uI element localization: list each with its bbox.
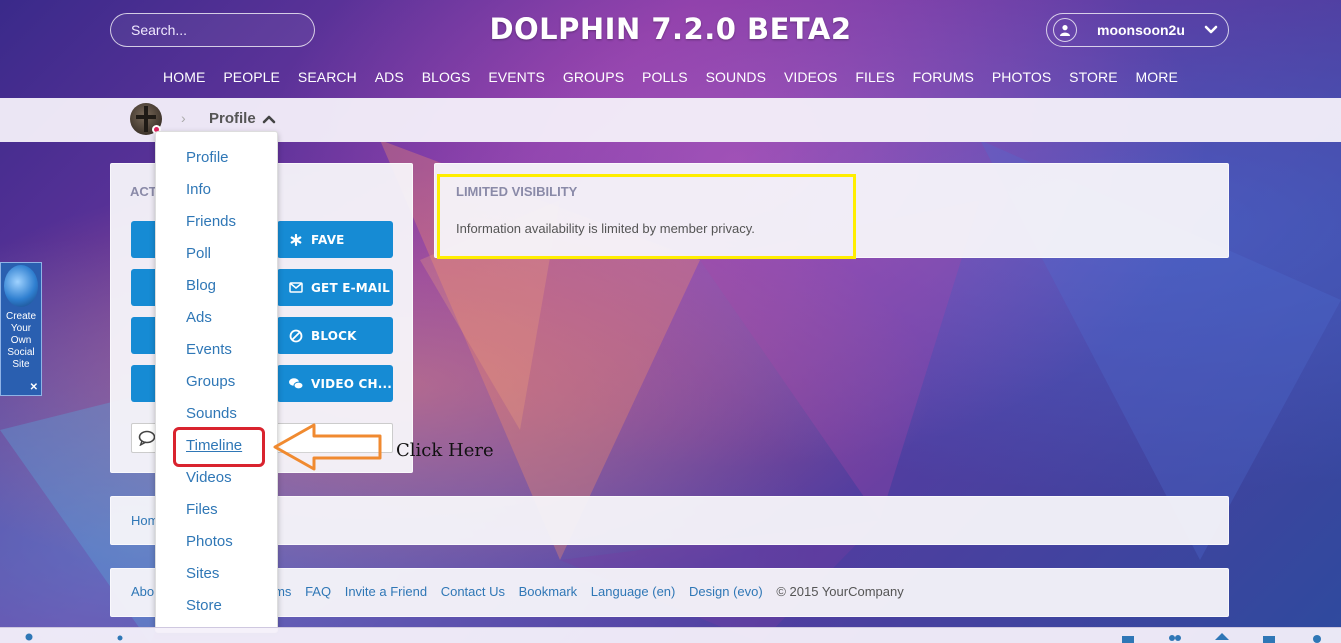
dolphin-logo-icon bbox=[4, 265, 38, 307]
copyright: © 2015 YourCompany bbox=[776, 584, 904, 599]
get-email-button[interactable]: GET E-MAIL bbox=[277, 269, 393, 306]
menu-item-store[interactable]: Store bbox=[156, 596, 277, 628]
create-site-badge[interactable]: Create Your Own Social Site ✕ bbox=[0, 262, 42, 396]
chat-bubbles-icon bbox=[281, 377, 311, 390]
home-icon[interactable] bbox=[1215, 633, 1229, 643]
left-arrow-icon bbox=[272, 422, 384, 477]
breadcrumb-current: Profile bbox=[209, 110, 256, 127]
settings-icon[interactable] bbox=[1310, 633, 1324, 643]
footer-faq-link[interactable]: FAQ bbox=[305, 584, 331, 599]
user-icon[interactable] bbox=[22, 633, 36, 643]
block-button-label: BLOCK bbox=[311, 328, 357, 343]
menu-item-info[interactable]: Info bbox=[156, 180, 277, 212]
video-chat-button-label: VIDEO CH... bbox=[311, 376, 393, 391]
menu-item-files[interactable]: Files bbox=[156, 500, 277, 532]
bottom-toolbar bbox=[0, 627, 1341, 643]
user-icon bbox=[1053, 18, 1077, 42]
nav-polls[interactable]: POLLS bbox=[642, 69, 688, 85]
nav-videos[interactable]: VIDEOS bbox=[784, 69, 838, 85]
chevron-up-icon bbox=[262, 115, 275, 123]
menu-item-videos[interactable]: Videos bbox=[156, 468, 277, 500]
nav-store[interactable]: STORE bbox=[1069, 69, 1117, 85]
menu-item-blog[interactable]: Blog bbox=[156, 276, 277, 308]
breadcrumb-separator: › bbox=[181, 110, 186, 126]
menu-item-sites[interactable]: Sites bbox=[156, 564, 277, 596]
menu-item-profile[interactable]: Profile bbox=[156, 148, 277, 180]
nav-ads[interactable]: ADS bbox=[375, 69, 404, 85]
footer-language-link[interactable]: Language (en) bbox=[591, 584, 676, 599]
badge-line-5: Site bbox=[12, 359, 30, 370]
nav-blogs[interactable]: BLOGS bbox=[422, 69, 471, 85]
nav-forums[interactable]: FORUMS bbox=[913, 69, 974, 85]
close-icon[interactable]: ✕ bbox=[30, 382, 38, 394]
chevron-down-icon[interactable] bbox=[1204, 25, 1218, 35]
nav-sounds[interactable]: SOUNDS bbox=[706, 69, 767, 85]
main-nav: HOME PEOPLE SEARCH ADS BLOGS EVENTS GROU… bbox=[0, 69, 1341, 85]
username: moonsoon2u bbox=[1097, 22, 1185, 38]
menu-item-groups[interactable]: Groups bbox=[156, 372, 277, 404]
asterisk-icon bbox=[281, 233, 311, 246]
profile-menu-toggle[interactable]: Profile bbox=[209, 110, 276, 127]
footer-design-link[interactable]: Design (evo) bbox=[689, 584, 763, 599]
footer-contact-link[interactable]: Contact Us bbox=[441, 584, 505, 599]
nav-home[interactable]: HOME bbox=[163, 69, 205, 85]
menu-item-poll[interactable]: Poll bbox=[156, 244, 277, 276]
menu-item-friends[interactable]: Friends bbox=[156, 212, 277, 244]
badge-line-3: Own bbox=[10, 335, 32, 346]
footer-invite-link[interactable]: Invite a Friend bbox=[345, 584, 427, 599]
footer-about-link[interactable]: Abo bbox=[131, 584, 154, 599]
nav-files[interactable]: FILES bbox=[855, 69, 894, 85]
visibility-title: LIMITED VISIBILITY bbox=[456, 184, 578, 199]
footer-bookmark-link[interactable]: Bookmark bbox=[519, 584, 578, 599]
cart-icon[interactable] bbox=[1262, 633, 1276, 643]
timeline-highlight-box bbox=[173, 427, 265, 467]
badge-line-4: Social bbox=[7, 347, 35, 358]
fave-button[interactable]: FAVE bbox=[277, 221, 393, 258]
nav-more[interactable]: MORE bbox=[1136, 69, 1178, 85]
menu-item-photos[interactable]: Photos bbox=[156, 532, 277, 564]
nav-photos[interactable]: PHOTOS bbox=[992, 69, 1051, 85]
video-chat-button[interactable]: VIDEO CH... bbox=[277, 365, 393, 402]
fave-button-label: FAVE bbox=[311, 232, 345, 247]
nav-groups[interactable]: GROUPS bbox=[563, 69, 624, 85]
menu-item-ads[interactable]: Ads bbox=[156, 308, 277, 340]
profile-dropdown-menu: Profile Info Friends Poll Blog Ads Event… bbox=[155, 131, 278, 633]
nav-people[interactable]: PEOPLE bbox=[223, 69, 280, 85]
badge-line-2: Your bbox=[10, 323, 32, 334]
friends-icon[interactable] bbox=[1168, 633, 1182, 643]
block-icon bbox=[281, 329, 311, 343]
visibility-text: Information availability is limited by m… bbox=[456, 221, 755, 236]
badge-line-1: Create bbox=[5, 311, 36, 322]
actions-title: ACT bbox=[130, 184, 157, 199]
nav-events[interactable]: EVENTS bbox=[488, 69, 545, 85]
menu-item-events[interactable]: Events bbox=[156, 340, 277, 372]
click-here-callout: Click Here bbox=[396, 440, 494, 461]
mail-icon[interactable] bbox=[1121, 633, 1135, 643]
user-small-icon[interactable] bbox=[113, 633, 127, 643]
nav-search[interactable]: SEARCH bbox=[298, 69, 357, 85]
block-button[interactable]: BLOCK bbox=[277, 317, 393, 354]
envelope-icon bbox=[281, 282, 311, 293]
get-email-button-label: GET E-MAIL bbox=[311, 280, 390, 295]
user-menu[interactable]: moonsoon2u bbox=[1046, 13, 1229, 47]
